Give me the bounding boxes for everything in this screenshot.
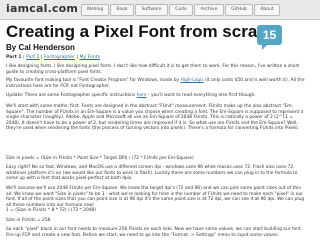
page-title: Creating a Pixel Font from scratch: [6, 22, 283, 41]
fontographer-here-link[interactable]: here: [137, 93, 147, 98]
fontographer-link[interactable]: Fontographer: [44, 55, 75, 60]
nav-code[interactable]: Code: [169, 4, 193, 16]
nav-weblog[interactable]: Weblog: [81, 4, 109, 16]
paragraph-tool: My favourite font making tool is "Font C…: [6, 78, 306, 89]
parts-nav: Part 1 | Part 2 | Fontographer | My Font…: [6, 55, 100, 60]
paragraph-dpi: Easy right? No so fast. Windows, and Mac…: [6, 165, 298, 182]
nav-book[interactable]: Book: [110, 4, 134, 16]
paragraph-update: Update: There are some Fontographer spec…: [6, 93, 306, 99]
site-logo[interactable]: iamcal.com: [6, 2, 78, 15]
paragraph-update-text: Update: There are some Fontographer spec…: [6, 93, 137, 98]
comment-count-badge[interactable]: 15: [257, 25, 282, 50]
byline: By Cal Henderson: [6, 43, 75, 52]
paragraph-intro: I like designing fonts. I like designing…: [6, 64, 300, 75]
current-part: Part 1: [6, 55, 22, 60]
high-logic-link[interactable]: High-Logic: [181, 78, 204, 83]
paragraph-block: So each "pixel" block in our font needs …: [6, 227, 303, 238]
nav-software[interactable]: Software: [135, 4, 168, 16]
formula-equation: 1 = (Size in FUnits * 8 * 72) / (72 * 20…: [6, 208, 97, 213]
nav-github[interactable]: GitHub: [225, 4, 253, 16]
paragraph-update-text-2: - you'll want to read everything else fi…: [146, 93, 256, 98]
paragraph-assume: We'll assume we'll use 2048 FUnits per E…: [6, 186, 305, 208]
nav-archive[interactable]: Archive: [194, 4, 224, 16]
part-2-link[interactable]: Part 2: [26, 55, 39, 60]
paragraph-tool-text: My favourite font making tool is "Font C…: [6, 78, 181, 83]
formula-result: Size in FUnits = 256: [6, 218, 51, 223]
paragraph-maths: We'll start with some maths: first. Font…: [6, 104, 304, 132]
nav-about[interactable]: About: [254, 4, 280, 16]
formula-pixels: Size in pixels = (Size in FUnits * Point…: [6, 156, 194, 161]
my-fonts-link[interactable]: My Fonts: [79, 55, 100, 60]
site-header: iamcal.com Weblog Book Software Code Arc…: [0, 0, 320, 20]
